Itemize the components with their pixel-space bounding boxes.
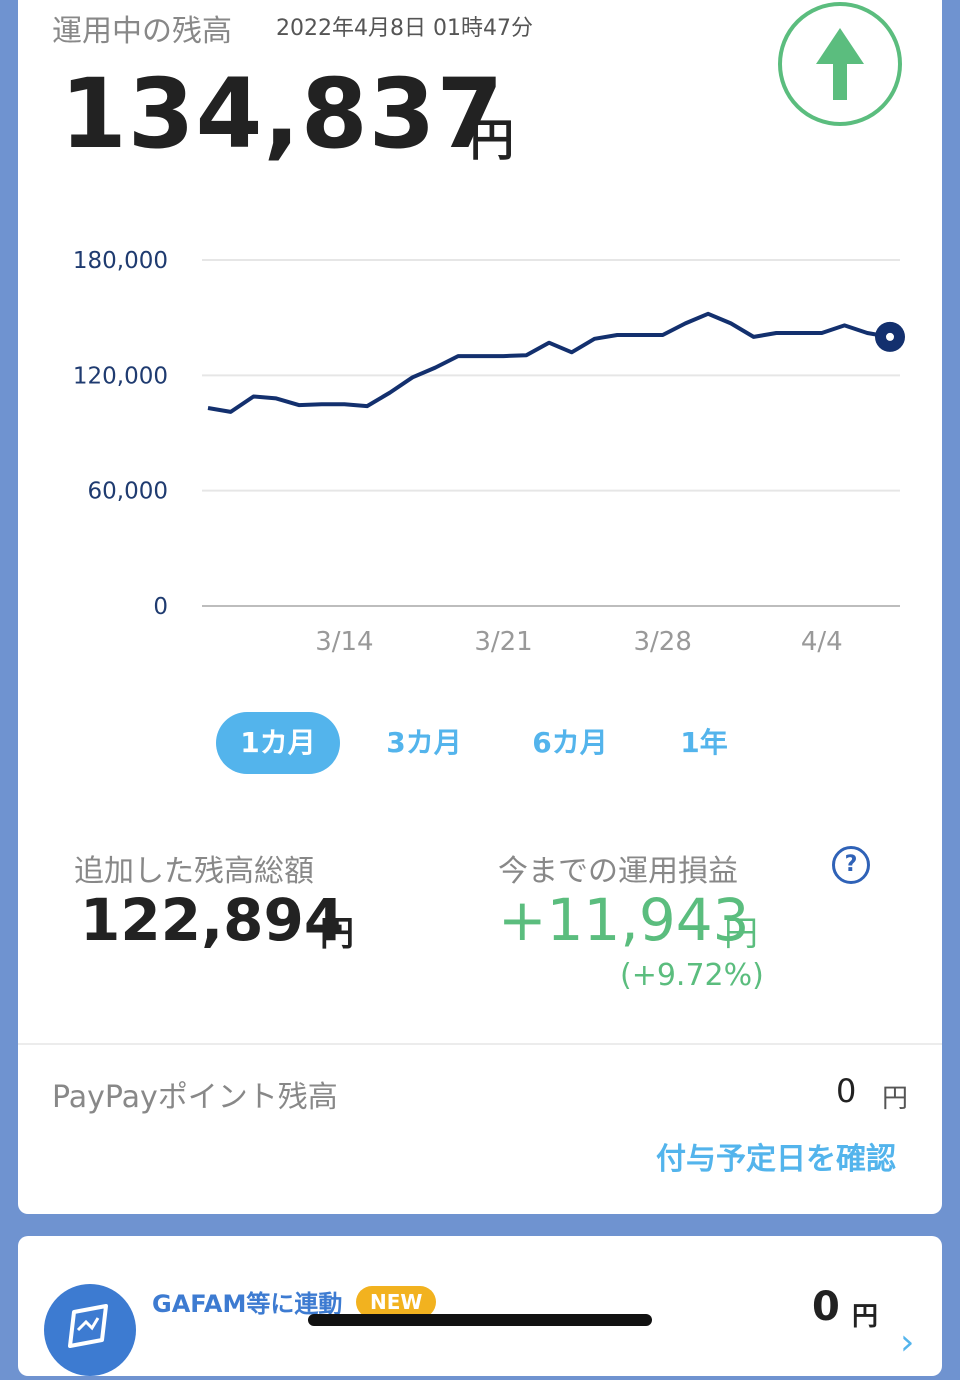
paypay-points-unit: 円 bbox=[882, 1084, 909, 1114]
check-grant-date-link[interactable]: 付与予定日を確認 bbox=[656, 1134, 896, 1178]
balance-amount: 134,837 bbox=[60, 58, 505, 170]
gafam-unit: 円 bbox=[852, 1302, 879, 1332]
paypay-points-value: 0 bbox=[836, 1072, 857, 1110]
balance-label: 運用中の残高 bbox=[52, 14, 232, 49]
period-1-year[interactable]: 1年 bbox=[664, 712, 744, 774]
x-tick-label: 4/4 bbox=[801, 627, 843, 657]
flag-chart-icon bbox=[44, 1284, 136, 1376]
profit-loss-unit: 円 bbox=[724, 914, 758, 954]
latest-point-center bbox=[886, 332, 894, 341]
profit-loss-label: 今までの運用損益 bbox=[498, 854, 738, 889]
divider bbox=[18, 1043, 942, 1045]
balance-chart: 0 60,000 120,000 180,000 3/14 3/21 3/28 4/4 bbox=[73, 248, 905, 657]
y-tick-label: 60,000 bbox=[88, 479, 168, 505]
series-line bbox=[207, 311, 891, 414]
period-3-months[interactable]: 3カ月 bbox=[372, 712, 476, 774]
home-indicator bbox=[308, 1314, 652, 1326]
up-button[interactable] bbox=[778, 2, 902, 126]
added-balance-label: 追加した残高総額 bbox=[74, 854, 314, 889]
added-balance-unit: 円 bbox=[320, 914, 354, 954]
period-6-months[interactable]: 6カ月 bbox=[518, 712, 622, 774]
added-balance-value: 122,894 bbox=[80, 886, 345, 954]
period-1-month[interactable]: 1カ月 bbox=[216, 712, 340, 774]
gafam-value: 0 bbox=[812, 1284, 840, 1330]
x-tick-label: 3/21 bbox=[474, 627, 532, 657]
profit-loss-value: +11,943 bbox=[498, 886, 750, 954]
question-circle-icon[interactable]: ? bbox=[832, 846, 870, 884]
paypay-points-label: PayPayポイント残高 bbox=[52, 1080, 338, 1115]
y-tick-label: 120,000 bbox=[73, 363, 168, 389]
x-tick-label: 3/14 bbox=[315, 627, 373, 657]
arrow-up-icon bbox=[816, 28, 864, 100]
x-tick-label: 3/28 bbox=[633, 627, 691, 657]
profit-loss-percent: (+9.72%) bbox=[620, 958, 764, 993]
balance-unit: 円 bbox=[470, 115, 514, 166]
y-tick-label: 180,000 bbox=[73, 248, 168, 274]
y-tick-label: 0 bbox=[153, 594, 168, 620]
timestamp: 2022年4月8日 01時47分 bbox=[276, 16, 533, 41]
chevron-right-icon[interactable]: › bbox=[900, 1322, 914, 1363]
